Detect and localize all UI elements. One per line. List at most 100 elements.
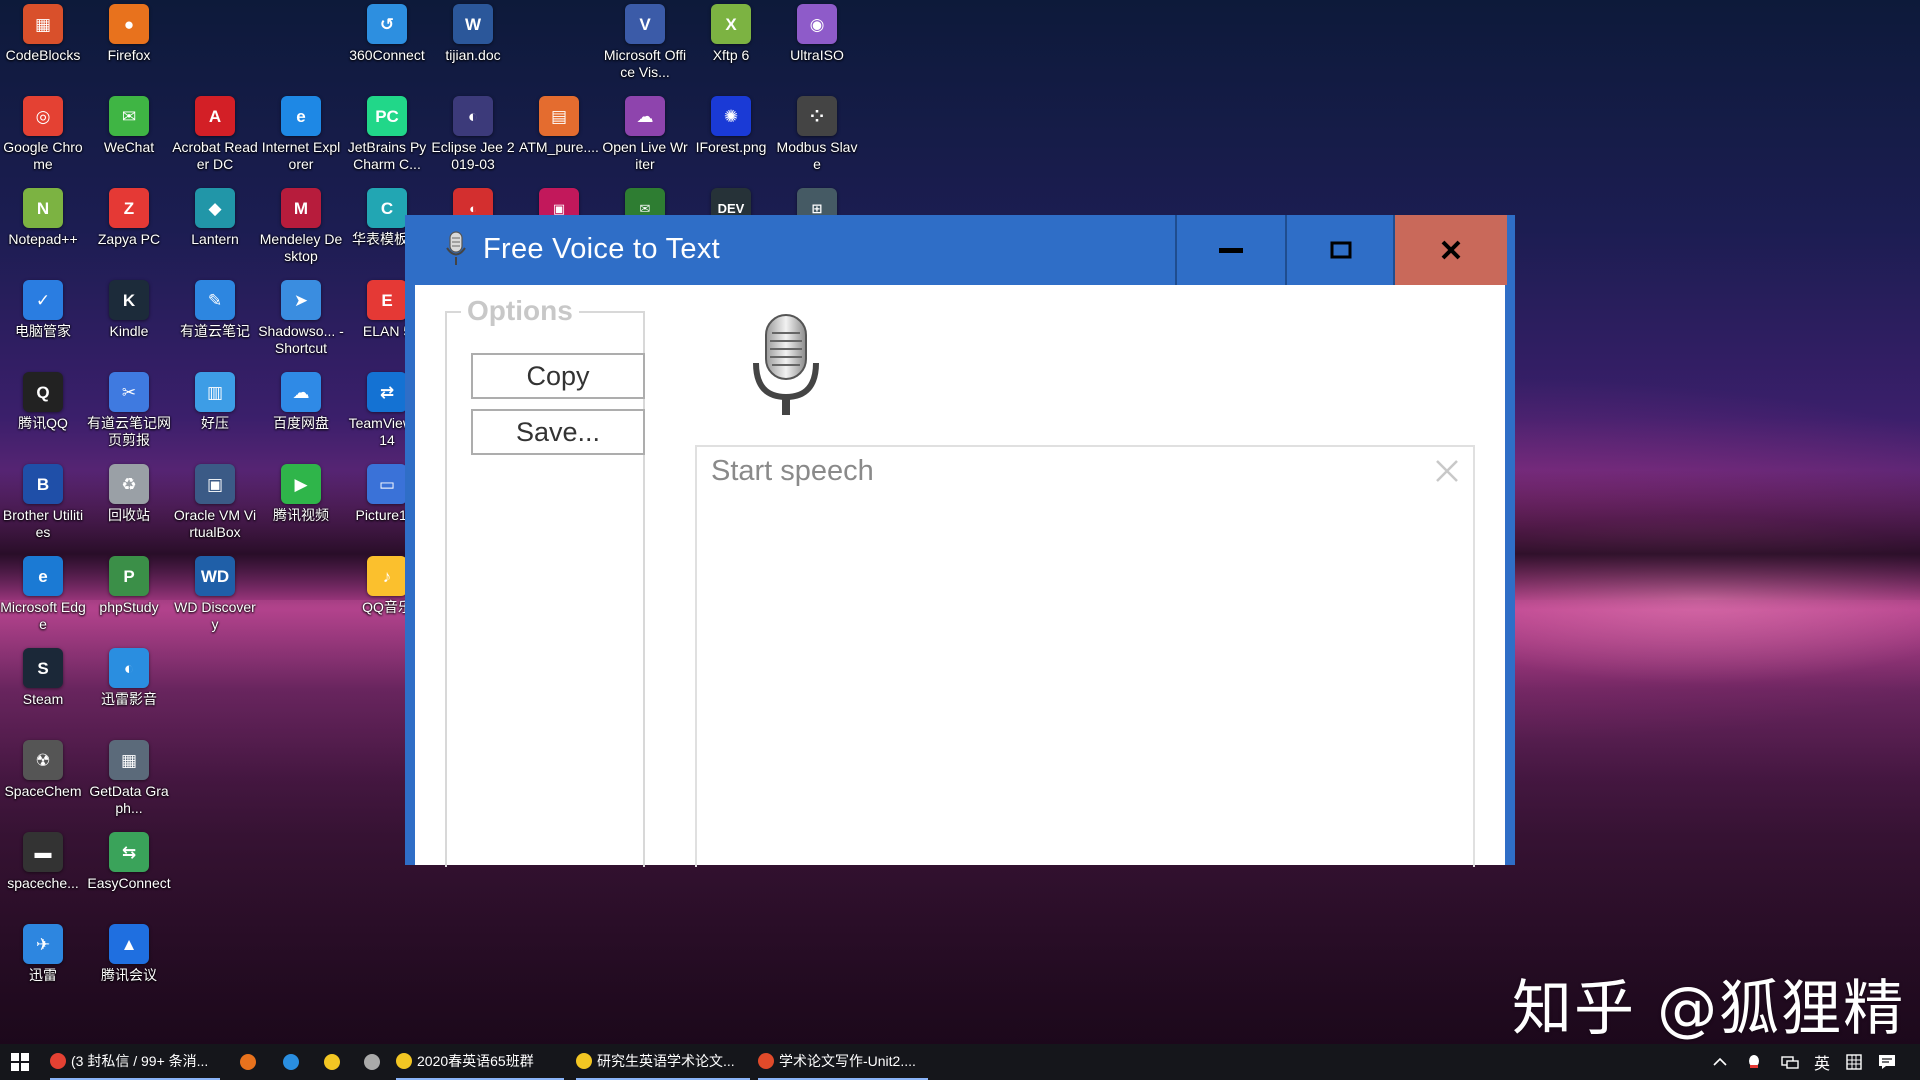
desktop-icon[interactable]: PC JetBrains PyCharm C... xyxy=(344,94,430,173)
network-icon[interactable] xyxy=(1777,1044,1803,1080)
app-icon: ✉ xyxy=(109,96,149,136)
desktop-icon-label: 有道云笔记网页剪报 xyxy=(87,415,171,448)
window-titlebar[interactable]: Free Voice to Text xyxy=(405,215,1515,285)
desktop-icon[interactable]: ▲ 腾讯会议 xyxy=(86,922,172,984)
desktop-icon[interactable]: K Kindle xyxy=(86,278,172,340)
keyboard-layout-icon[interactable] xyxy=(1841,1044,1867,1080)
desktop-icon[interactable]: ▣ Oracle VM VirtualBox xyxy=(172,462,258,541)
taskbar-button[interactable] xyxy=(356,1044,392,1080)
desktop-icon-label: Brother Utilities xyxy=(2,507,84,540)
desktop-icon[interactable]: ▬ spaceche... xyxy=(0,830,86,892)
taskbar-button[interactable]: 2020春英语65班群 xyxy=(396,1044,564,1080)
desktop-icon[interactable]: ◆ Lantern xyxy=(172,186,258,248)
start-button[interactable] xyxy=(0,1044,40,1080)
ime-indicator[interactable]: 英 xyxy=(1810,1044,1834,1080)
app-icon: ♪ xyxy=(367,556,407,596)
app-icon: ◉ xyxy=(797,4,837,44)
desktop-icon[interactable]: Z Zapya PC xyxy=(86,186,172,248)
speech-placeholder: Start speech xyxy=(711,455,874,487)
desktop-icon[interactable]: ⁘ Modbus Slave xyxy=(774,94,860,173)
tray-overflow-chevron-icon[interactable] xyxy=(1707,1044,1733,1080)
desktop-icon[interactable]: e Internet Explorer xyxy=(258,94,344,173)
maximize-icon xyxy=(1330,241,1352,259)
desktop-icon-label: tijian.doc xyxy=(445,47,501,63)
desktop-icon[interactable]: e Microsoft Edge xyxy=(0,554,86,633)
desktop-icon[interactable]: B Brother Utilities xyxy=(0,462,86,541)
desktop-icon[interactable]: ▦ CodeBlocks xyxy=(0,2,86,64)
action-center-icon[interactable] xyxy=(1872,1044,1902,1080)
desktop-icon[interactable]: ☢ SpaceChem xyxy=(0,738,86,800)
desktop-icon-label: Internet Explorer xyxy=(261,139,341,172)
desktop-icon[interactable]: ✓ 电脑管家 xyxy=(0,278,86,340)
desktop-icon-label: 有道云笔记 xyxy=(180,323,250,339)
desktop-icon[interactable]: V Microsoft Office Vis... xyxy=(602,2,688,81)
desktop-icon[interactable]: ☁ Open Live Writer xyxy=(602,94,688,173)
taskbar-app-icon xyxy=(239,1054,256,1070)
desktop-icon[interactable]: S Steam xyxy=(0,646,86,708)
desktop-icon[interactable]: ▦ GetData Graph... xyxy=(86,738,172,817)
app-icon: A xyxy=(195,96,235,136)
desktop-icon[interactable]: ▤ ATM_pure.... xyxy=(516,94,602,156)
options-legend: Options xyxy=(461,295,579,327)
desktop-icon[interactable]: ▶ 腾讯视频 xyxy=(258,462,344,524)
desktop-icon[interactable]: ↺ 360Connect xyxy=(344,2,430,64)
taskbar-button[interactable]: 学术论文写作-Unit2.... xyxy=(758,1044,928,1080)
desktop-icon[interactable]: ◐ 迅雷影音 xyxy=(86,646,172,708)
clear-icon[interactable] xyxy=(1433,457,1461,485)
close-button[interactable] xyxy=(1393,215,1507,285)
app-icon: B xyxy=(23,464,63,504)
window-client-area: Options Copy Save... Start speech xyxy=(415,285,1505,867)
microphone-icon[interactable] xyxy=(750,313,822,417)
desktop-icon[interactable]: WD WD Discovery xyxy=(172,554,258,633)
desktop-icon-label: Firefox xyxy=(107,47,151,63)
copy-button[interactable]: Copy xyxy=(471,353,645,399)
desktop-icon-label: 迅雷影音 xyxy=(101,691,157,707)
desktop-icon-label: 回收站 xyxy=(108,507,150,523)
desktop-icon-label: GetData Graph... xyxy=(89,783,169,816)
desktop-icon[interactable]: N Notepad++ xyxy=(0,186,86,248)
desktop-icon-label: Steam xyxy=(22,691,64,707)
desktop-icon[interactable]: ✺ IForest.png xyxy=(688,94,774,156)
save-button[interactable]: Save... xyxy=(471,409,645,455)
windows-logo-icon xyxy=(11,1053,29,1071)
maximize-button[interactable] xyxy=(1285,215,1395,285)
desktop-icon[interactable]: Wtijian.doc xyxy=(430,2,516,64)
desktop-icon-label: Lantern xyxy=(191,231,239,247)
taskbar-button[interactable] xyxy=(232,1044,268,1080)
desktop-icon[interactable]: ⇆ EasyConnect xyxy=(86,830,172,892)
desktop-icon[interactable]: PphpStudy xyxy=(86,554,172,616)
desktop-icon-label: Eclipse Jee 2019-03 xyxy=(431,139,515,172)
taskbar-app-icon xyxy=(363,1054,380,1070)
taskbar-button[interactable] xyxy=(275,1044,311,1080)
taskbar-button[interactable]: 研究生英语学术论文... xyxy=(576,1044,750,1080)
desktop-icon[interactable]: X Xftp 6 xyxy=(688,2,774,64)
app-icon: ● xyxy=(109,4,149,44)
desktop-icon-label: Microsoft Edge xyxy=(0,599,86,632)
app-icon: Q xyxy=(23,372,63,412)
desktop-icon[interactable]: M Mendeley Desktop xyxy=(258,186,344,265)
app-icon: ✎ xyxy=(195,280,235,320)
desktop-icon[interactable]: Q 腾讯QQ xyxy=(0,370,86,432)
desktop-icon[interactable]: ◉ UltraISO xyxy=(774,2,860,64)
desktop-icon[interactable]: ◐ Eclipse Jee 2019-03 xyxy=(430,94,516,173)
desktop-icon[interactable]: A Acrobat Reader DC xyxy=(172,94,258,173)
desktop-icon[interactable]: ➤ Shadowso... - Shortcut xyxy=(258,278,344,357)
taskbar-app-icon xyxy=(282,1054,299,1070)
desktop-icon[interactable]: ☁ 百度网盘 xyxy=(258,370,344,432)
desktop-icon[interactable]: ▥ 好压 xyxy=(172,370,258,432)
desktop-icon[interactable]: ✈ 迅雷 xyxy=(0,922,86,984)
desktop-icon[interactable]: ● Firefox xyxy=(86,2,172,64)
minimize-icon xyxy=(1219,248,1243,253)
desktop-icon[interactable]: ✉ WeChat xyxy=(86,94,172,156)
taskbar-button[interactable]: (3 封私信 / 99+ 条消... xyxy=(50,1044,220,1080)
qq-tray-icon[interactable] xyxy=(1741,1044,1767,1080)
app-icon: ↺ xyxy=(367,4,407,44)
taskbar-button[interactable] xyxy=(316,1044,352,1080)
desktop-icon[interactable]: ✂ 有道云笔记网页剪报 xyxy=(86,370,172,449)
minimize-button[interactable] xyxy=(1175,215,1285,285)
app-icon: ☁ xyxy=(625,96,665,136)
desktop-icon[interactable]: ◎ Google Chrome xyxy=(0,94,86,173)
desktop-icon[interactable]: ♻ 回收站 xyxy=(86,462,172,524)
desktop-icon[interactable]: ✎ 有道云笔记 xyxy=(172,278,258,340)
speech-text-area[interactable]: Start speech xyxy=(695,445,1475,867)
